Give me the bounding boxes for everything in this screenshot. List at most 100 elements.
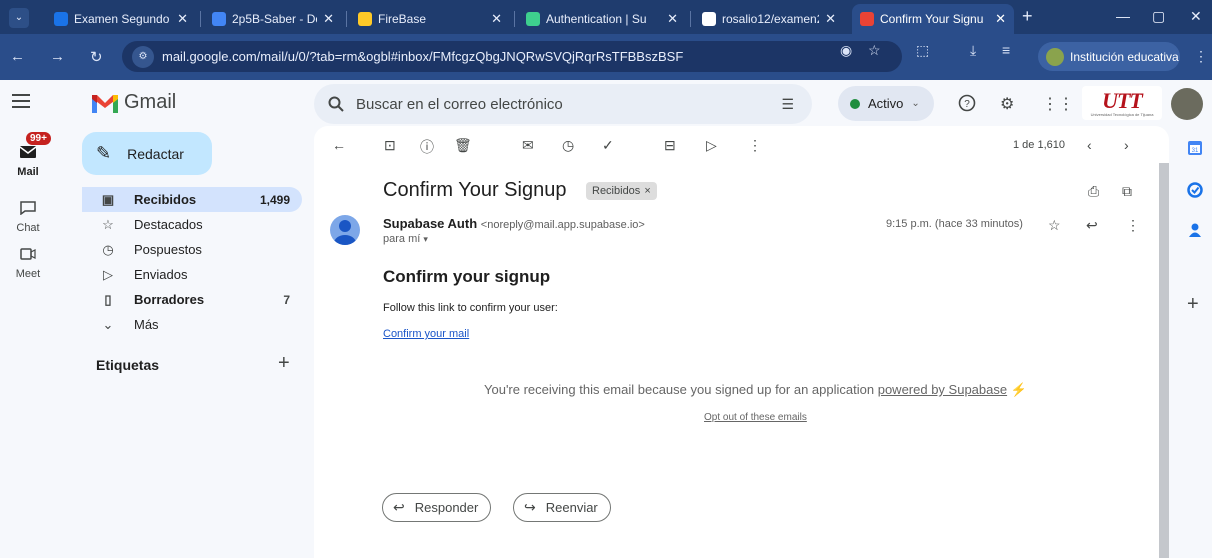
gmail-header: Gmail Buscar en el correo electrónico ☰ … [0,80,1212,126]
browser-tab[interactable]: Confirm Your Signu ✕ [852,4,1014,34]
forward-button[interactable]: ↪ Reenviar [513,493,611,522]
newer-chevron-icon[interactable]: ‹ [1087,137,1092,153]
download-icon[interactable]: ⤓ [970,42,976,59]
powered-by-link[interactable]: powered by Supabase [878,382,1007,397]
apps-grid-icon[interactable]: ⋮⋮ [1042,94,1074,114]
sidebar-item-draft[interactable]: ▯ Borradores 7 [82,287,302,312]
opt-out-link[interactable]: Opt out of these emails [704,412,807,423]
compose-button[interactable]: ✎ Redactar [82,132,212,175]
add-label-button[interactable]: + [278,352,290,375]
reply-button[interactable]: ↩ Responder [382,493,492,522]
more-options-icon[interactable]: ⋮ [748,137,762,154]
tab-close-icon[interactable]: ✕ [667,11,678,27]
profile-button[interactable]: Institución educativa [1038,42,1180,71]
search-icon[interactable] [328,96,344,112]
print-icon[interactable]: ⎙ [1088,183,1099,200]
reload-icon[interactable]: ↻ [90,48,103,66]
star-icon: ☆ [102,216,114,232]
sidebar-item-send[interactable]: ▷ Enviados [82,262,302,287]
forward-icon[interactable]: → [50,48,65,65]
pagination-count: 1 de 1,610 [1013,139,1065,151]
browser-tab[interactable]: Authentication | Su ✕ [518,4,686,34]
sidebar-item-chevron-down[interactable]: ⌄ Más [82,312,302,337]
footer-text: You're receiving this email because you … [484,382,875,397]
star-icon[interactable]: ☆ [1048,217,1061,234]
label-icon[interactable]: ▷ [706,137,717,154]
gmail-logo[interactable]: Gmail [92,91,176,114]
tab-close-icon[interactable]: ✕ [323,11,334,27]
search-input[interactable]: Buscar en el correo electrónico [356,96,563,113]
folder-count: 1,499 [259,192,290,207]
sidebar-item-inbox[interactable]: ▣ Recibidos 1,499 [82,187,302,212]
address-bar[interactable]: ⚙ mail.google.com/mail/u/0/?tab=rm&ogbl#… [122,41,902,72]
browser-tab[interactable]: 2p5B-Saber - Docu ✕ [204,4,342,34]
chevron-down-icon: ⌄ [911,98,920,109]
sidebar-item-star[interactable]: ☆ Destacados [82,212,302,237]
contacts-icon[interactable] [1187,222,1205,240]
recipient-details[interactable]: para mí ▾ [383,233,428,245]
move-to-icon[interactable]: ⊟ [664,137,676,154]
archive-icon[interactable]: ⊡ [384,137,396,154]
sender-avatar[interactable] [330,215,360,245]
bookmark-star-icon[interactable]: ☆ [868,42,881,59]
sidebar-item-clock[interactable]: ◷ Pospuestos [82,237,302,262]
eye-off-icon[interactable]: ◉ [840,42,852,59]
lightning-icon: ⚡ [1010,382,1027,397]
message-scrollbar[interactable] [1159,163,1169,558]
send-icon: ▷ [103,266,113,282]
report-spam-icon[interactable]: ⓘ [420,137,434,157]
help-icon[interactable]: ? [958,94,976,112]
status-selector[interactable]: Activo ⌄ [838,86,934,121]
main-menu-icon[interactable] [12,94,30,112]
snooze-icon[interactable]: ◷ [562,137,574,154]
tab-close-icon[interactable]: ✕ [177,11,188,27]
sender-email: <noreply@mail.app.supabase.io> [480,219,645,231]
extensions-icon[interactable]: ⬚ [916,42,929,59]
site-settings-icon[interactable]: ⚙ [132,45,154,68]
tab-close-icon[interactable]: ✕ [491,11,502,27]
browser-tab[interactable]: Examen Segundo P ✕ [46,4,196,34]
confirm-mail-link[interactable]: Confirm your mail [383,328,469,340]
rail-item-chat[interactable]: Chat [8,196,48,234]
restore-icon[interactable]: ▢ [1152,8,1165,25]
mark-unread-icon[interactable]: ✉ [522,137,534,154]
organization-logo[interactable]: UTT Universidad Tecnológica de Tijuana [1082,86,1162,120]
browser-tab[interactable]: FireBase ✕ [350,4,510,34]
github-icon [702,12,716,26]
account-avatar[interactable] [1171,88,1203,120]
rail-label: Mail [17,166,39,178]
back-icon[interactable]: ← [10,48,25,65]
svg-text:31: 31 [1192,148,1199,154]
chat-icon [12,196,44,220]
add-task-icon[interactable]: ✓ [602,137,614,154]
older-chevron-icon[interactable]: › [1124,137,1129,153]
tab-search-chevron-icon[interactable]: ⌄ [9,8,29,28]
tab-title: rosalio12/examen2 [722,12,820,26]
close-window-icon[interactable]: ✕ [1190,8,1202,25]
new-tab-button[interactable]: + [1022,6,1033,27]
delete-icon[interactable]: 🗑 [454,137,472,154]
rail-item-meet[interactable]: Meet [8,242,48,280]
rail-item-mail[interactable]: 99+ Mail [8,132,51,178]
remove-label-icon[interactable]: × [644,185,650,197]
sender-name[interactable]: Supabase Auth [383,216,477,231]
reading-list-icon[interactable]: ≡ [1002,42,1010,58]
search-bar[interactable]: Buscar en el correo electrónico ☰ [314,84,812,124]
inbox-label-chip[interactable]: Recibidos × [586,182,657,200]
sender-line: Supabase Auth <noreply@mail.app.supabase… [383,216,645,231]
message-more-icon[interactable]: ⋮ [1126,217,1140,234]
back-to-inbox-icon[interactable]: ← [332,137,346,153]
browser-menu-icon[interactable]: ⋮ [1194,48,1208,65]
open-new-window-icon[interactable]: ⧉ [1122,183,1132,200]
svg-text:?: ? [964,99,970,110]
search-options-icon[interactable]: ☰ [781,96,794,113]
tab-close-icon[interactable]: ✕ [825,11,836,27]
get-addons-icon[interactable]: + [1187,294,1205,314]
calendar-icon[interactable]: 31 [1187,140,1205,158]
tasks-icon[interactable] [1187,182,1205,200]
minimize-icon[interactable]: — [1116,8,1130,24]
reply-icon[interactable]: ↩ [1086,217,1098,234]
settings-gear-icon[interactable]: ⚙ [1000,94,1014,114]
tab-close-icon[interactable]: ✕ [995,11,1006,27]
browser-tab[interactable]: rosalio12/examen2 ✕ [694,4,844,34]
